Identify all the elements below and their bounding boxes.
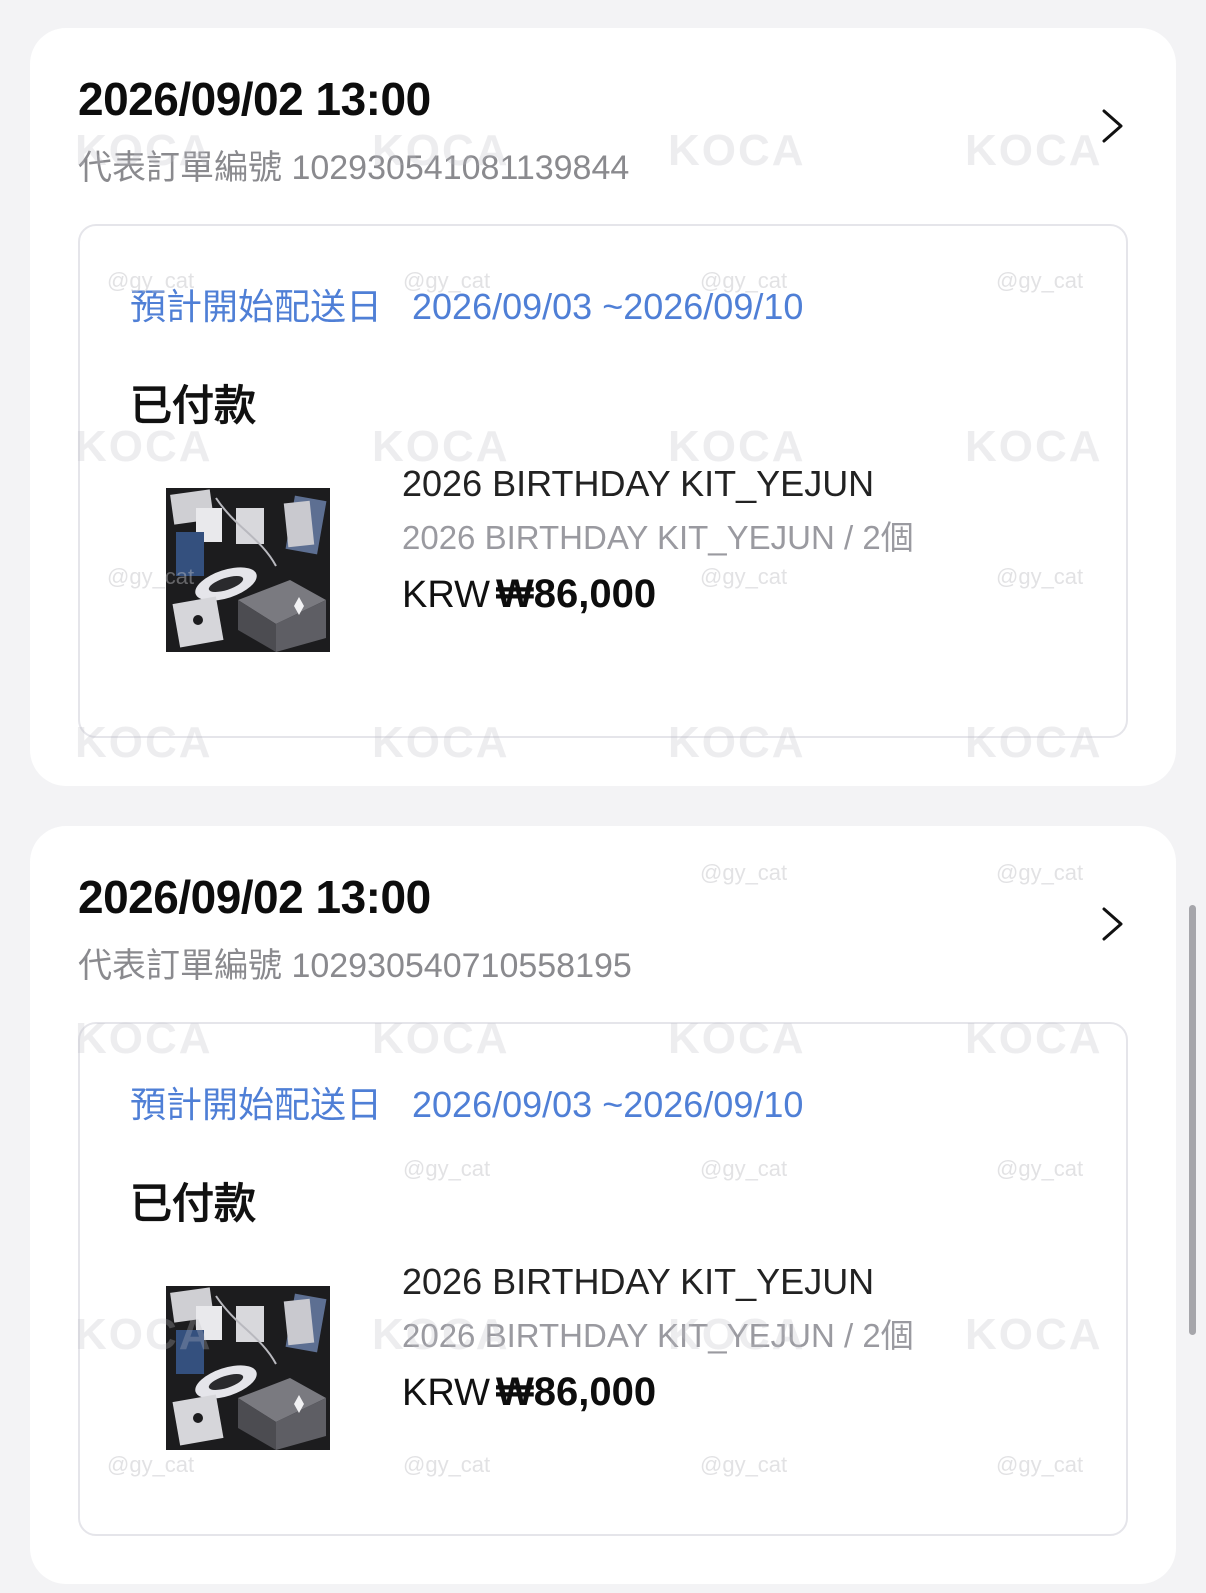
chevron-right-icon[interactable] bbox=[1094, 108, 1130, 144]
item-name[interactable]: 2026 BIRTHDAY KIT_YEJUN bbox=[402, 1262, 914, 1302]
order-datetime: 2026/09/02 13:00 bbox=[78, 73, 431, 125]
shipping-date-range: 2026/09/03 ~2026/09/10 bbox=[412, 286, 804, 327]
item-price: KRW ₩86,000 bbox=[402, 1368, 914, 1425]
order-card[interactable]: 2026/09/02 13:00 代表訂單編號 1029305410811398… bbox=[30, 28, 1176, 786]
order-status: 已付款 bbox=[130, 382, 257, 429]
price-currency: KRW bbox=[402, 1372, 490, 1414]
item-price: KRW ₩86,000 bbox=[402, 570, 914, 627]
shipping-date-range: 2026/09/03 ~2026/09/10 bbox=[412, 1084, 804, 1125]
order-number: 代表訂單編號 102930541081139844 bbox=[78, 149, 630, 187]
item-name[interactable]: 2026 BIRTHDAY KIT_YEJUN bbox=[402, 464, 914, 504]
order-item-box: 預計開始配送日 2026/09/03 ~2026/09/10 已付款 2026 … bbox=[78, 1022, 1128, 1536]
scrollbar[interactable] bbox=[1189, 905, 1196, 1335]
order-datetime: 2026/09/02 13:00 bbox=[78, 871, 431, 923]
item-option: 2026 BIRTHDAY KIT_YEJUN / 2個 bbox=[402, 519, 914, 556]
order-number: 代表訂單編號 102930540710558195 bbox=[78, 947, 632, 985]
item-option: 2026 BIRTHDAY KIT_YEJUN / 2個 bbox=[402, 1317, 914, 1354]
item-info: 2026 BIRTHDAY KIT_YEJUN 2026 BIRTHDAY KI… bbox=[402, 1262, 914, 1425]
price-currency: KRW bbox=[402, 574, 490, 616]
product-thumbnail[interactable] bbox=[166, 1286, 330, 1450]
shipping-label: 預計開始配送日 bbox=[130, 286, 383, 327]
item-info: 2026 BIRTHDAY KIT_YEJUN 2026 BIRTHDAY KI… bbox=[402, 464, 914, 627]
price-amount: ₩86,000 bbox=[495, 572, 657, 616]
order-item-box: 預計開始配送日 2026/09/03 ~2026/09/10 已付款 2026 … bbox=[78, 224, 1128, 738]
order-card[interactable]: 2026/09/02 13:00 代表訂單編號 1029305407105581… bbox=[30, 826, 1176, 1584]
product-thumbnail[interactable] bbox=[166, 488, 330, 652]
shipping-info: 預計開始配送日 2026/09/03 ~2026/09/10 bbox=[130, 278, 803, 330]
price-amount: ₩86,000 bbox=[495, 1370, 657, 1414]
order-status: 已付款 bbox=[130, 1180, 257, 1227]
chevron-right-icon[interactable] bbox=[1094, 906, 1130, 942]
shipping-label: 預計開始配送日 bbox=[130, 1084, 383, 1125]
shipping-info: 預計開始配送日 2026/09/03 ~2026/09/10 bbox=[130, 1076, 803, 1128]
